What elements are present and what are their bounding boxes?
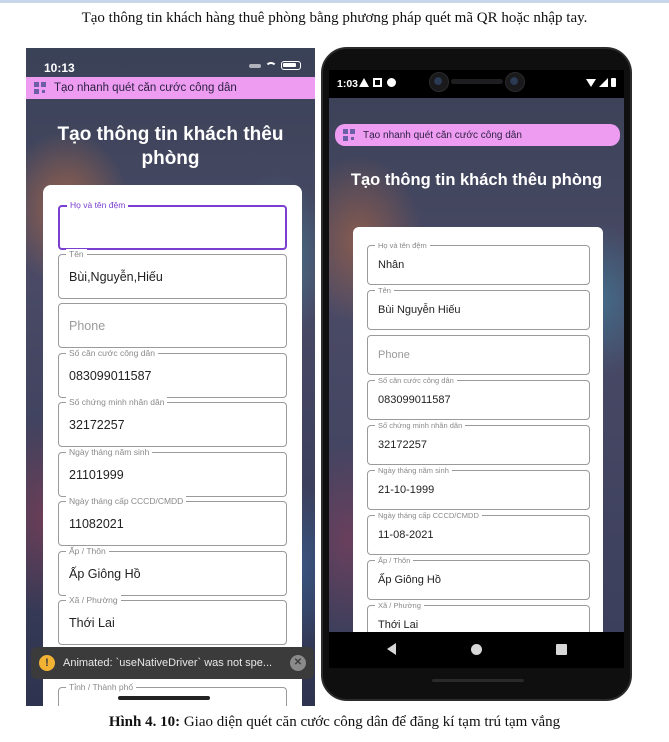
screen-title: Tạo thông tin khách thêu phòng <box>57 124 284 169</box>
field-label: Ấp / Thôn <box>66 546 109 557</box>
ten-field[interactable]: Tên Bùi Nguyễn Hiếu <box>367 285 590 330</box>
field-value: 083099011587 <box>69 369 152 383</box>
xa-phuong-field[interactable]: Xã / Phường Thới Lai <box>367 600 590 632</box>
app-notification-icon <box>387 78 396 87</box>
phone-chin-bar <box>432 679 524 682</box>
front-camera-left <box>429 72 449 92</box>
ngay-cap-field[interactable]: Ngày tháng cấp CCCD/CMDD 11-08-2021 <box>367 510 590 555</box>
ho-ten-dem-field[interactable]: Họ và tên đệm Nhân <box>367 240 590 285</box>
field-label: Tỉnh / Thành phố <box>66 682 137 692</box>
field-label: Số chứng minh nhân dân <box>375 420 466 431</box>
caption-label: Hình 4. 10: <box>108 714 181 730</box>
field-value: Bùi,Nguyễn,Hiếu <box>69 270 163 284</box>
wifi-icon <box>586 78 596 87</box>
field-value: 32172257 <box>69 418 125 432</box>
field-label: Xã / Phường <box>66 595 121 606</box>
status-time: 1:03 <box>337 78 359 90</box>
so-cmnd-field[interactable]: Số chứng minh nhân dân 32172257 <box>58 397 287 447</box>
ap-thon-field[interactable]: Ấp / Thôn Ấp Giông Hồ <box>367 555 590 600</box>
android-screen: 1:03 Tạo nhanh quét căn cước công dân Tạ… <box>329 70 624 632</box>
document-heading: Tạo thông tin khách hàng thuê phòng bằng… <box>81 10 588 26</box>
figure-caption: Hình 4. 10: Giao diện quét căn cước công… <box>0 714 669 731</box>
wifi-icon <box>265 61 277 70</box>
phone-field[interactable]: Phone <box>367 335 590 375</box>
quick-scan-label: Tạo nhanh quét căn cước công dân <box>54 82 237 94</box>
ngay-cap-field[interactable]: Ngày tháng cấp CCCD/CMDD 11082021 <box>58 496 287 546</box>
quick-scan-cccd-button[interactable]: Tạo nhanh quét căn cước công dân <box>335 124 620 146</box>
toast-message: Animated: `useNativeDriver` was not spe.… <box>63 657 273 669</box>
home-indicator[interactable] <box>118 696 210 700</box>
ngay-sinh-field[interactable]: Ngày tháng năm sinh 21101999 <box>58 447 287 497</box>
screen-title: Tạo thông tin khách thêu phòng <box>350 171 603 189</box>
field-label: Ngày tháng năm sinh <box>66 447 153 458</box>
field-value: Thới Lai <box>378 619 419 631</box>
earpiece-speaker <box>451 79 503 84</box>
so-cccd-field[interactable]: Số căn cước công dân 083099011587 <box>58 348 287 398</box>
ho-ten-dem-field[interactable]: Họ và tên đệm <box>58 200 287 250</box>
field-label: Ấp / Thôn <box>375 555 414 566</box>
recents-nav-icon[interactable] <box>556 644 567 655</box>
field-label: Họ và tên đệm <box>67 200 129 211</box>
quick-scan-label: Tạo nhanh quét căn cước công dân <box>363 129 522 141</box>
field-value: Bùi Nguyễn Hiếu <box>378 304 461 316</box>
warning-toast[interactable]: ! Animated: `useNativeDriver` was not sp… <box>31 647 314 679</box>
quick-scan-cccd-button[interactable]: Tạo nhanh quét căn cước công dân <box>26 77 315 99</box>
field-value: 11-08-2021 <box>378 529 434 541</box>
field-label: Tên <box>66 249 87 260</box>
field-label: Số căn cước công dân <box>375 375 457 386</box>
field-value: 11082021 <box>69 517 124 531</box>
android-nav-bar <box>329 632 624 668</box>
field-value: Ấp Giông Hồ <box>69 567 141 581</box>
field-value: 21101999 <box>69 468 124 482</box>
field-placeholder: Phone <box>69 319 106 333</box>
field-value: 083099011587 <box>378 394 451 406</box>
android-status-bar: 1:03 <box>329 70 624 98</box>
field-placeholder: Phone <box>378 349 410 361</box>
ngay-sinh-field[interactable]: Ngày tháng năm sinh 21-10-1999 <box>367 465 590 510</box>
signal-icon <box>249 63 261 68</box>
battery-icon <box>611 78 616 87</box>
field-label: Họ và tên đệm <box>375 240 430 251</box>
field-label: Ngày tháng cấp CCCD/CMDD <box>66 496 187 507</box>
field-value: Nhân <box>378 259 405 271</box>
qr-scan-icon <box>34 82 46 94</box>
xa-phuong-field[interactable]: Xã / Phường Thới Lai <box>58 595 287 645</box>
so-cmnd-field[interactable]: Số chứng minh nhân dân 32172257 <box>367 420 590 465</box>
alert-icon <box>359 78 369 87</box>
ios-status-bar: 10:13 <box>26 48 315 75</box>
close-icon[interactable]: ✕ <box>290 655 306 671</box>
phone-field[interactable]: Phone <box>58 303 287 348</box>
field-label: Ngày tháng năm sinh <box>375 465 452 476</box>
field-value: Thới Lai <box>69 616 115 630</box>
field-label: Số căn cước công dân <box>66 348 158 359</box>
android-phone-frame: 1:03 Tạo nhanh quét căn cước công dân Tạ… <box>321 47 632 701</box>
ten-field[interactable]: Tên Bùi,Nguyễn,Hiếu <box>58 249 287 299</box>
battery-icon <box>281 61 301 70</box>
signal-icon <box>599 78 608 87</box>
page-top-rule <box>0 0 669 3</box>
ap-thon-field[interactable]: Ấp / Thôn Ấp Giông Hồ <box>58 546 287 596</box>
field-value: 21-10-1999 <box>378 484 435 496</box>
caption-text: Giao diện quét căn cước công dân để đăng… <box>180 714 561 730</box>
back-nav-icon[interactable] <box>387 643 396 655</box>
field-label: Ngày tháng cấp CCCD/CMDD <box>375 510 482 521</box>
field-value: 32172257 <box>378 439 427 451</box>
field-value: Ấp Giông Hồ <box>378 574 441 586</box>
qr-scan-icon <box>343 129 355 141</box>
notification-icon <box>373 78 382 87</box>
warning-icon: ! <box>39 655 55 671</box>
front-camera-right <box>505 72 525 92</box>
field-label: Tên <box>375 285 394 296</box>
status-time: 10:13 <box>44 61 75 75</box>
so-cccd-field[interactable]: Số căn cước công dân 083099011587 <box>367 375 590 420</box>
ios-screenshot: 10:13 Tạo nhanh quét căn cước công dân T… <box>26 48 315 706</box>
field-label: Xã / Phường <box>375 600 424 611</box>
field-label: Số chứng minh nhân dân <box>66 397 168 408</box>
home-nav-icon[interactable] <box>471 644 482 655</box>
